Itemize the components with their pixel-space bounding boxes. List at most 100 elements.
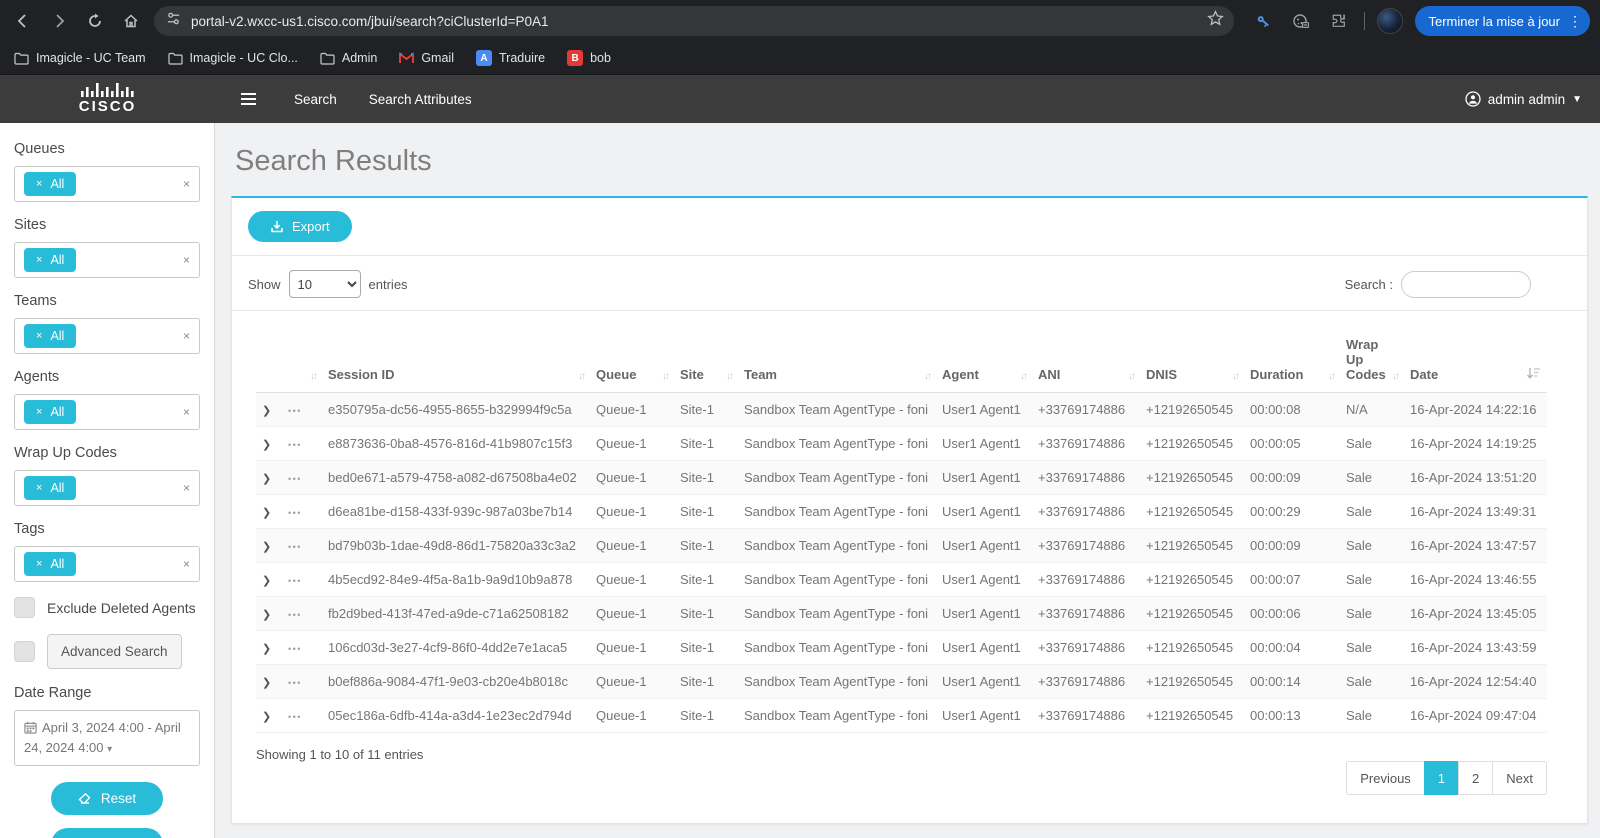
filter-chip[interactable]: ×All	[24, 248, 76, 272]
filter-clear-icon[interactable]: ×	[183, 557, 190, 571]
sort-both-icon[interactable]: ↓↑	[1020, 371, 1026, 382]
chip-remove-icon[interactable]: ×	[36, 558, 42, 570]
url-text[interactable]: portal-v2.wxcc-us1.cisco.com/jbui/search…	[191, 14, 1197, 29]
expand-row-icon[interactable]: ❯	[262, 405, 271, 417]
cookie-icon[interactable]	[1288, 8, 1314, 34]
user-menu[interactable]: admin admin ▼	[1465, 91, 1582, 107]
bookmark-item[interactable]: Imagicle - UC Team	[14, 51, 146, 65]
address-bar[interactable]: portal-v2.wxcc-us1.cisco.com/jbui/search…	[154, 6, 1234, 36]
filter-chip[interactable]: ×All	[24, 324, 76, 348]
chip-remove-icon[interactable]: ×	[36, 406, 42, 418]
filter-multiselect[interactable]: ×All×	[14, 470, 200, 506]
reset-button[interactable]: Reset	[51, 782, 163, 815]
expand-row-icon[interactable]: ❯	[262, 575, 271, 587]
column-header-queue[interactable]: Queue↓↑	[590, 331, 674, 393]
filter-chip[interactable]: ×All	[24, 552, 76, 576]
filter-chip[interactable]: ×All	[24, 172, 76, 196]
sort-both-icon[interactable]: ↓↑	[726, 371, 732, 382]
table-search-input[interactable]	[1401, 271, 1531, 298]
filter-clear-icon[interactable]: ×	[183, 177, 190, 191]
filter-multiselect[interactable]: ×All×	[14, 394, 200, 430]
pagination-previous-button[interactable]: Previous	[1346, 761, 1425, 795]
sidebar-search-button[interactable]: Search	[51, 828, 163, 838]
column-header-wrap-up-codes[interactable]: Wrap Up Codes↓↑	[1340, 331, 1404, 393]
reload-icon[interactable]	[82, 8, 108, 34]
filter-clear-icon[interactable]: ×	[183, 481, 190, 495]
hamburger-menu-icon[interactable]	[235, 87, 262, 111]
expand-row-icon[interactable]: ❯	[262, 507, 271, 519]
row-actions-icon[interactable]: •••	[288, 644, 302, 654]
bookmark-item[interactable]: Imagicle - UC Clo...	[168, 51, 298, 65]
sort-both-icon[interactable]: ↓↑	[1128, 371, 1134, 382]
expand-row-icon[interactable]: ❯	[262, 677, 271, 689]
chrome-menu-icon[interactable]: ⋮	[1568, 13, 1582, 30]
site-settings-icon[interactable]	[166, 11, 181, 31]
nav-item-search-attributes[interactable]: Search Attributes	[369, 92, 472, 107]
column-header-dnis[interactable]: DNIS↓↑	[1140, 331, 1244, 393]
bookmark-item[interactable]: Bbob	[567, 50, 611, 66]
column-header-team[interactable]: Team↓↑	[738, 331, 936, 393]
home-icon[interactable]	[118, 8, 144, 34]
nav-item-search[interactable]: Search	[294, 92, 337, 107]
expand-row-icon[interactable]: ❯	[262, 473, 271, 485]
sort-both-icon[interactable]: ↓↑	[924, 371, 930, 382]
profile-avatar[interactable]	[1377, 8, 1403, 34]
exclude-deleted-agents-checkbox[interactable]	[14, 597, 35, 618]
date-range-picker[interactable]: April 3, 2024 4:00 - April 24, 2024 4:00…	[14, 710, 200, 766]
bookmark-star-icon[interactable]	[1207, 10, 1224, 32]
column-header-controls[interactable]: ↓↑	[256, 331, 322, 393]
page-size-select[interactable]: 10	[289, 270, 361, 298]
row-actions-icon[interactable]: •••	[288, 474, 302, 484]
sort-both-icon[interactable]: ↓↑	[1328, 371, 1334, 382]
advanced-search-checkbox[interactable]	[14, 641, 35, 662]
expand-row-icon[interactable]: ❯	[262, 439, 271, 451]
password-key-icon[interactable]	[1250, 8, 1276, 34]
chip-remove-icon[interactable]: ×	[36, 482, 42, 494]
column-header-session-id[interactable]: Session ID↓↑	[322, 331, 590, 393]
sort-desc-icon[interactable]	[1526, 367, 1541, 382]
row-actions-icon[interactable]: •••	[288, 678, 302, 688]
column-header-agent[interactable]: Agent↓↑	[936, 331, 1032, 393]
row-actions-icon[interactable]: •••	[288, 508, 302, 518]
bookmark-item[interactable]: ATraduire	[476, 50, 545, 66]
extensions-puzzle-icon[interactable]	[1326, 8, 1352, 34]
filter-multiselect[interactable]: ×All×	[14, 242, 200, 278]
chip-remove-icon[interactable]: ×	[36, 330, 42, 342]
filter-clear-icon[interactable]: ×	[183, 253, 190, 267]
sort-both-icon[interactable]: ↓↑	[310, 371, 316, 382]
expand-row-icon[interactable]: ❯	[262, 643, 271, 655]
chip-remove-icon[interactable]: ×	[36, 254, 42, 266]
row-actions-icon[interactable]: •••	[288, 576, 302, 586]
filter-clear-icon[interactable]: ×	[183, 329, 190, 343]
filter-multiselect[interactable]: ×All×	[14, 318, 200, 354]
filter-multiselect[interactable]: ×All×	[14, 546, 200, 582]
pagination-page-2[interactable]: 2	[1458, 761, 1493, 795]
row-actions-icon[interactable]: •••	[288, 406, 302, 416]
pagination-page-1[interactable]: 1	[1424, 761, 1459, 795]
back-icon[interactable]	[10, 8, 36, 34]
sort-both-icon[interactable]: ↓↑	[1392, 371, 1398, 382]
expand-row-icon[interactable]: ❯	[262, 609, 271, 621]
advanced-search-button[interactable]: Advanced Search	[47, 634, 182, 669]
forward-icon[interactable]	[46, 8, 72, 34]
filter-clear-icon[interactable]: ×	[183, 405, 190, 419]
sort-both-icon[interactable]: ↓↑	[1232, 371, 1238, 382]
export-button[interactable]: Export	[248, 211, 352, 242]
expand-row-icon[interactable]: ❯	[262, 711, 271, 723]
pagination-next-button[interactable]: Next	[1492, 761, 1547, 795]
filter-multiselect[interactable]: ×All×	[14, 166, 200, 202]
column-header-date[interactable]: Date	[1404, 331, 1547, 393]
column-header-ani[interactable]: ANI↓↑	[1032, 331, 1140, 393]
bookmark-item[interactable]: Gmail	[399, 51, 454, 65]
filter-chip[interactable]: ×All	[24, 400, 76, 424]
sort-both-icon[interactable]: ↓↑	[578, 371, 584, 382]
expand-row-icon[interactable]: ❯	[262, 541, 271, 553]
row-actions-icon[interactable]: •••	[288, 712, 302, 722]
row-actions-icon[interactable]: •••	[288, 542, 302, 552]
column-header-duration[interactable]: Duration↓↑	[1244, 331, 1340, 393]
finish-update-button[interactable]: Terminer la mise à jour ⋮	[1415, 6, 1591, 36]
chip-remove-icon[interactable]: ×	[36, 178, 42, 190]
bookmark-item[interactable]: Admin	[320, 51, 377, 65]
row-actions-icon[interactable]: •••	[288, 440, 302, 450]
row-actions-icon[interactable]: •••	[288, 610, 302, 620]
